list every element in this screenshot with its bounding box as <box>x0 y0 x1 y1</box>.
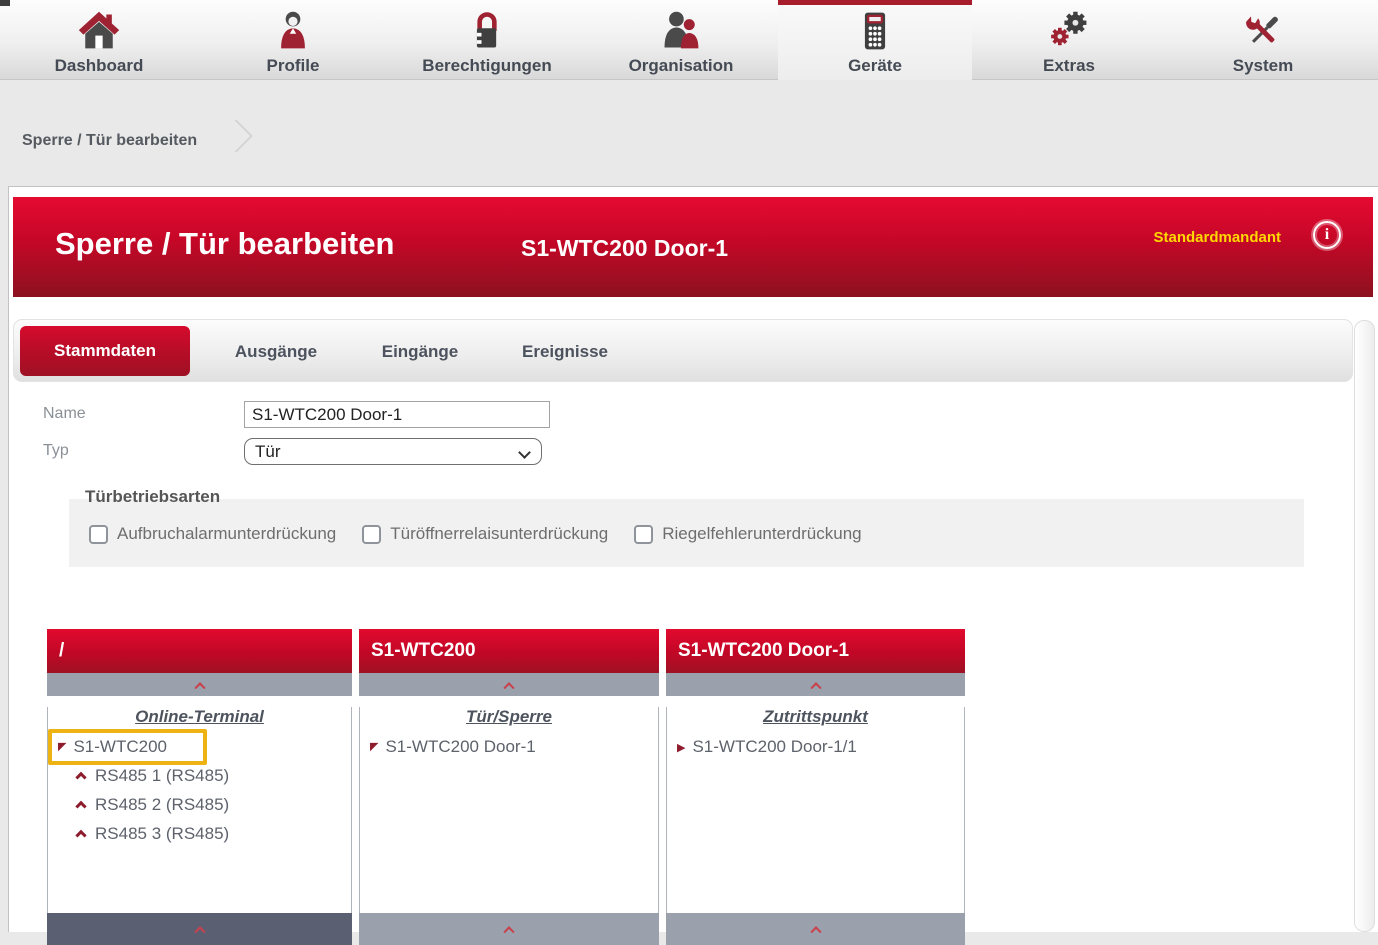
collapsed-node-icon <box>677 737 685 757</box>
tab-ereignisse[interactable]: Ereignisse <box>490 320 640 383</box>
tree-group-title: Zutrittspunkt <box>667 707 964 727</box>
nav-label: Extras <box>1043 56 1095 76</box>
nav-item-system[interactable]: System <box>1166 0 1360 80</box>
person-icon <box>271 9 315 53</box>
vertical-scrollbar-thumb[interactable] <box>1354 320 1375 932</box>
checkbox-riegelfehler[interactable] <box>634 525 653 544</box>
checkbox-tueroeffnerrelais[interactable] <box>362 525 381 544</box>
checkbox-label: Türöffnerrelaisunterdrückung <box>390 524 608 544</box>
tree-item-label: RS485 3 (RS485) <box>95 824 229 844</box>
tree-group-title: Online-Terminal <box>48 707 351 727</box>
tree-item-label: S1-WTC200 Door-1/1 <box>692 737 856 757</box>
tree-item-door-1-1[interactable]: S1-WTC200 Door-1/1 <box>667 732 964 761</box>
nav-item-profile[interactable]: Profile <box>196 0 390 80</box>
nav-item-geraete[interactable]: Geräte <box>778 0 972 80</box>
tree-item-rs485-3[interactable]: RS485 3 (RS485) <box>48 819 351 848</box>
terminal-icon <box>853 9 897 53</box>
screen-corner-artifact <box>0 0 10 6</box>
scroll-up-strip[interactable] <box>47 673 352 696</box>
page-title: Sperre / Tür bearbeiten <box>55 226 394 262</box>
tree-column-header: S1-WTC200 <box>359 629 659 673</box>
tree-item-rs485-1[interactable]: RS485 1 (RS485) <box>48 761 351 790</box>
nav-label: Dashboard <box>55 56 144 76</box>
tree-column-body: Tür/Sperre S1-WTC200 Door-1 <box>359 707 659 913</box>
scroll-down-strip[interactable] <box>47 913 352 945</box>
scroll-down-strip[interactable] <box>359 913 659 945</box>
nav-label: System <box>1233 56 1293 76</box>
tab-stammdaten[interactable]: Stammdaten <box>20 326 190 376</box>
breadcrumb[interactable]: Sperre / Tür bearbeiten <box>22 132 197 150</box>
tab-eingaenge[interactable]: Eingänge <box>350 320 490 383</box>
tab-ausgaenge[interactable]: Ausgänge <box>202 320 350 383</box>
caret-up-icon <box>503 682 514 693</box>
tree-item-label: S1-WTC200 <box>73 737 167 757</box>
info-icon-glyph: i <box>1325 226 1329 244</box>
tree-column-door: S1-WTC200 Door-1 Zutrittspunkt S1-WTC200… <box>666 629 965 945</box>
tree-group-title: Tür/Sperre <box>360 707 658 727</box>
caret-up-icon <box>810 682 821 693</box>
people-icon <box>659 9 703 53</box>
chevron-down-icon <box>518 446 531 459</box>
home-icon <box>77 9 121 53</box>
caret-up-icon <box>194 682 205 693</box>
device-tree-browser: / Online-Terminal S1-WTC200 RS485 1 (RS4… <box>47 629 965 945</box>
tree-item-door-1[interactable]: S1-WTC200 Door-1 <box>360 732 658 761</box>
tab-bar: Stammdaten Ausgänge Eingänge Ereignisse <box>13 319 1353 382</box>
nav-item-dashboard[interactable]: Dashboard <box>2 0 196 80</box>
tree-item-label: S1-WTC200 Door-1 <box>385 737 535 757</box>
nav-label: Berechtigungen <box>422 56 551 76</box>
door-modes-row: Aufbruchalarmunterdrückung Türöffnerrela… <box>89 524 862 544</box>
tree-list: S1-WTC200 RS485 1 (RS485) RS485 2 (RS485… <box>48 732 351 848</box>
tree-item-label: RS485 1 (RS485) <box>95 766 229 786</box>
caret-up-icon <box>75 829 86 840</box>
tenant-label: Standardmandant <box>1153 229 1281 246</box>
nav-item-organisation[interactable]: Organisation <box>584 0 778 80</box>
nav-label: Profile <box>267 56 320 76</box>
caret-up-icon <box>75 771 86 782</box>
tree-list: S1-WTC200 Door-1 <box>360 732 658 761</box>
expanded-node-icon <box>58 737 66 757</box>
scroll-up-strip[interactable] <box>666 673 965 696</box>
nav-item-berechtigungen[interactable]: Berechtigungen <box>390 0 584 80</box>
name-input[interactable] <box>244 401 550 428</box>
door-modes-title: Türbetriebsarten <box>85 487 220 507</box>
main-panel: Sperre / Tür bearbeiten S1-WTC200 Door-1… <box>8 186 1378 932</box>
tree-column-body: Online-Terminal S1-WTC200 RS485 1 (RS485… <box>47 707 352 913</box>
caret-up-icon <box>75 800 86 811</box>
tree-column-terminal: S1-WTC200 Tür/Sperre S1-WTC200 Door-1 <box>359 629 659 945</box>
gears-icon <box>1047 9 1091 53</box>
scroll-down-strip[interactable] <box>666 913 965 945</box>
scroll-up-strip[interactable] <box>359 673 659 696</box>
checkbox-row-item: Riegelfehlerunterdrückung <box>634 524 861 544</box>
top-navigation: Dashboard Profile Berechtigungen Organis… <box>0 0 1378 80</box>
nav-item-extras[interactable]: Extras <box>972 0 1166 80</box>
expanded-node-icon <box>370 737 378 757</box>
nav-label: Geräte <box>848 56 902 76</box>
lock-icon <box>465 9 509 53</box>
page-subtitle: S1-WTC200 Door-1 <box>521 235 728 262</box>
info-icon[interactable]: i <box>1313 221 1341 249</box>
typ-select-value: Tür <box>255 442 281 462</box>
tree-item-s1-wtc200[interactable]: S1-WTC200 <box>48 732 351 761</box>
chevron-right-icon <box>219 119 253 153</box>
tree-column-root: / Online-Terminal S1-WTC200 RS485 1 (RS4… <box>47 629 352 945</box>
tree-column-header: S1-WTC200 Door-1 <box>666 629 965 673</box>
tree-item-label: RS485 2 (RS485) <box>95 795 229 815</box>
checkbox-row-item: Türöffnerrelaisunterdrückung <box>362 524 608 544</box>
name-field-label: Name <box>43 405 86 423</box>
nav-label: Organisation <box>629 56 734 76</box>
tree-column-body: Zutrittspunkt S1-WTC200 Door-1/1 <box>666 707 965 913</box>
tools-icon <box>1241 9 1285 53</box>
page-header: Sperre / Tür bearbeiten S1-WTC200 Door-1… <box>13 197 1373 297</box>
tree-item-rs485-2[interactable]: RS485 2 (RS485) <box>48 790 351 819</box>
checkbox-aufbruchalarm[interactable] <box>89 525 108 544</box>
checkbox-row-item: Aufbruchalarmunterdrückung <box>89 524 336 544</box>
typ-field-label: Typ <box>43 442 69 460</box>
checkbox-label: Aufbruchalarmunterdrückung <box>117 524 336 544</box>
tree-column-header: / <box>47 629 352 673</box>
checkbox-label: Riegelfehlerunterdrückung <box>662 524 861 544</box>
typ-select[interactable]: Tür <box>244 438 542 465</box>
tree-list: S1-WTC200 Door-1/1 <box>667 732 964 761</box>
